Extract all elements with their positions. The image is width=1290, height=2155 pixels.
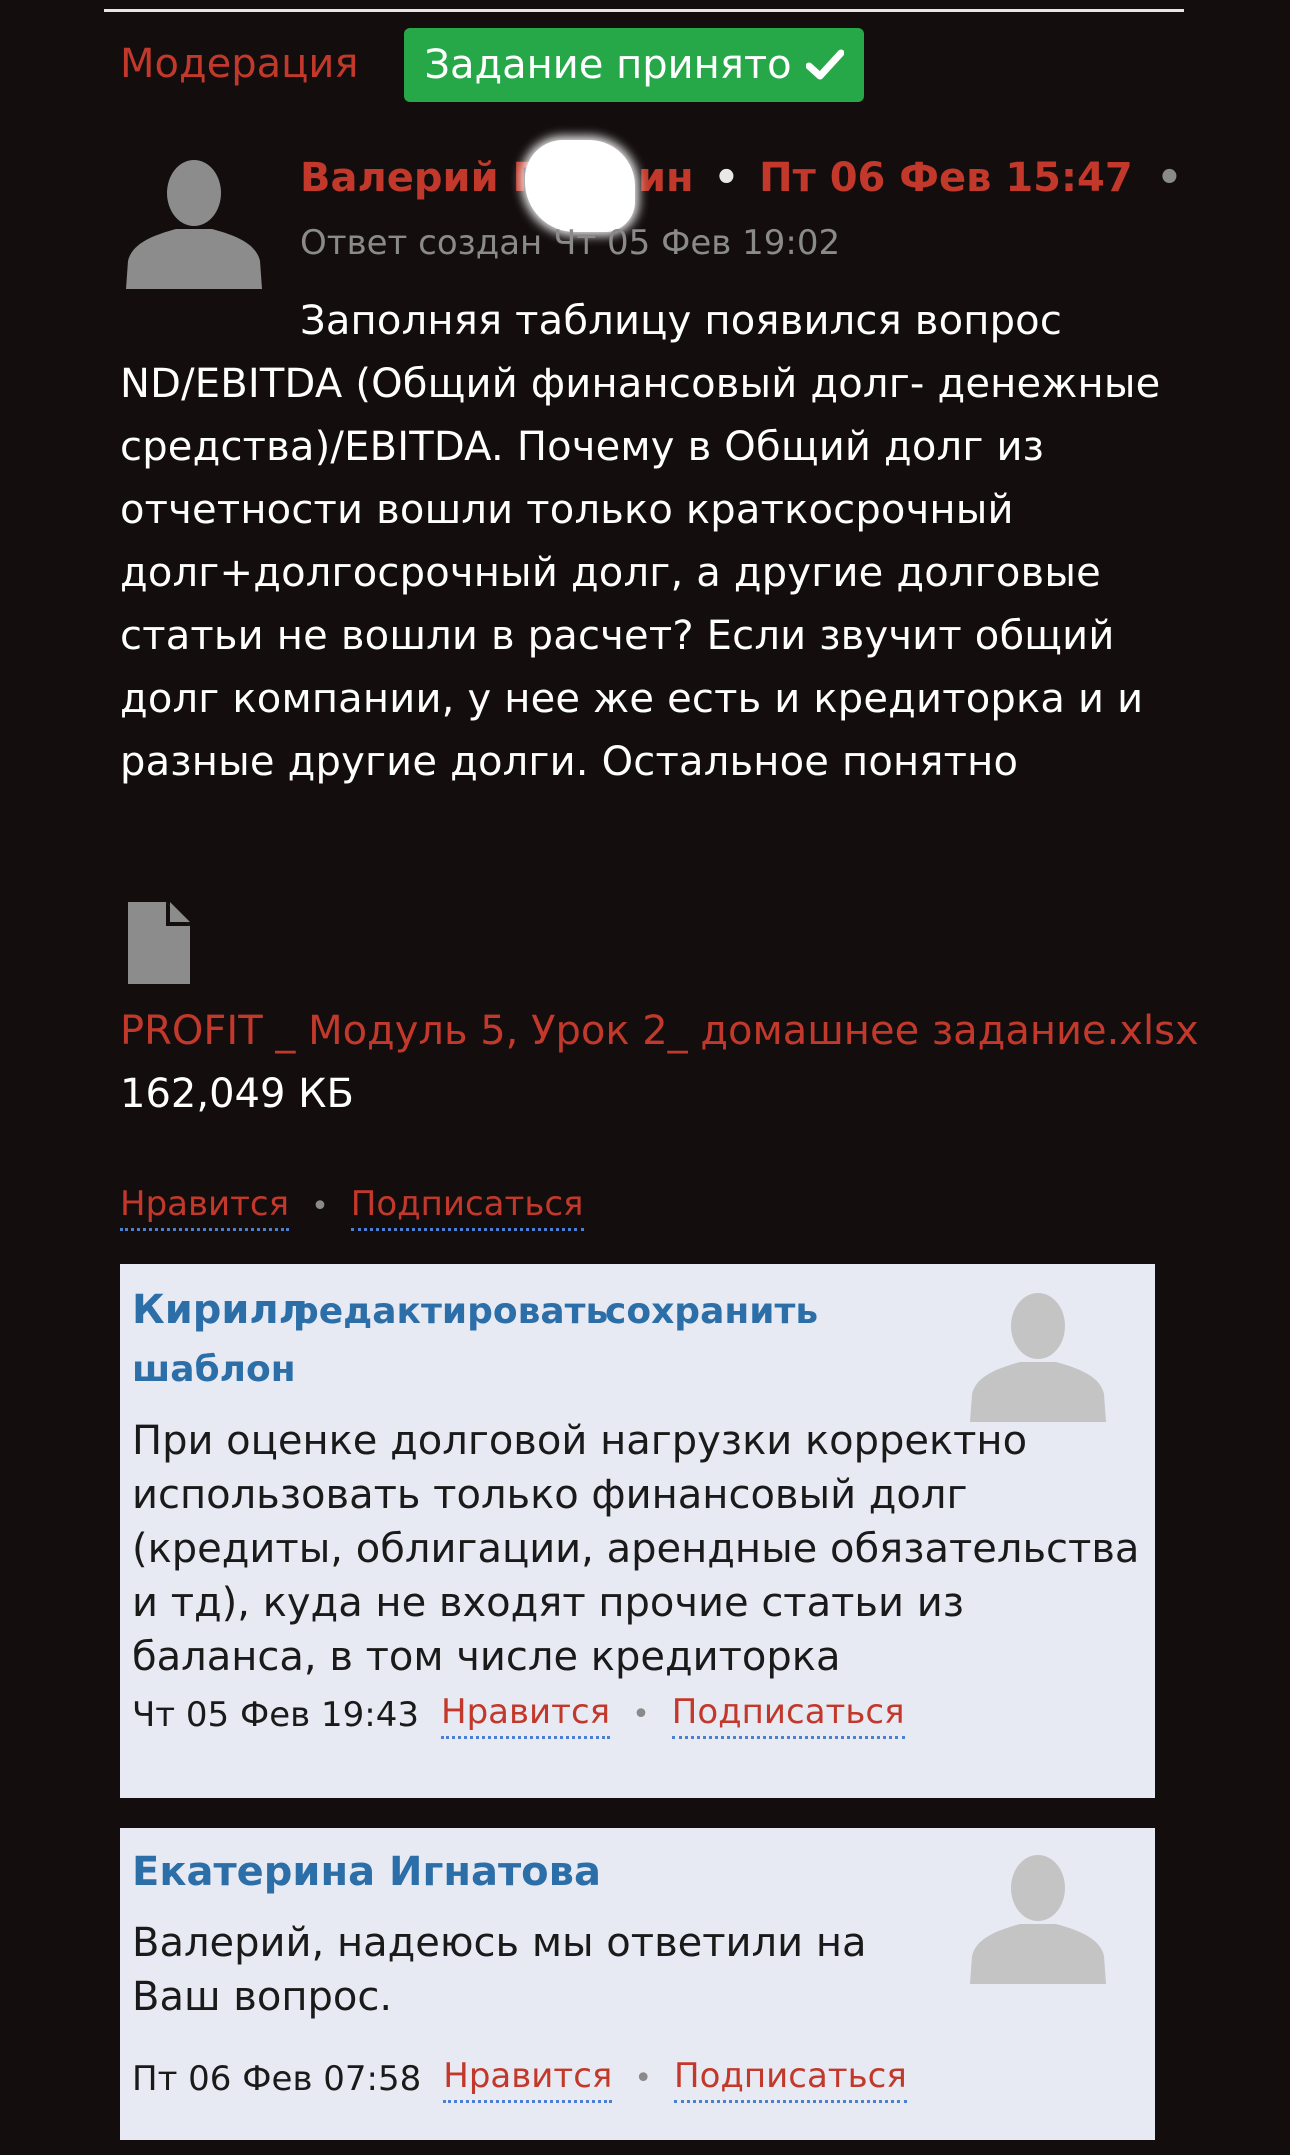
- like-button[interactable]: Нравится: [443, 2054, 613, 2103]
- check-icon: [805, 49, 844, 80]
- comment-body: При оценке долговой нагрузки корректно и…: [132, 1414, 1142, 1684]
- post-date: Пт 06 Фев 15:47: [759, 155, 1133, 201]
- separator-dot: •: [311, 1188, 329, 1224]
- attachment-file-link[interactable]: PROFIT _ Модуль 5, Урок 2_ домашнее зада…: [120, 1008, 1199, 1054]
- like-button[interactable]: Нравится: [441, 1690, 611, 1739]
- task-accepted-label: Задание принято: [424, 42, 792, 88]
- user-silhouette-icon: [970, 1855, 1106, 1984]
- comment-time: Чт 05 Фев 19:43: [132, 1694, 420, 1735]
- comment-avatar[interactable]: [968, 1286, 1108, 1422]
- separator-dot: •: [713, 155, 740, 201]
- redaction-blur: [525, 140, 635, 232]
- comment-actions: Чт 05 Фев 19:43 Нравится • Подписаться: [132, 1690, 905, 1739]
- attachment-file-size: 162,049 КБ: [120, 1071, 354, 1117]
- comment-edit-link[interactable]: редактировать: [293, 1284, 608, 1340]
- post-created-time: Ответ создан Чт 05 Фев 19:02: [300, 223, 841, 263]
- comment-time: Пт 06 Фев 07:58: [132, 2058, 422, 2099]
- moderation-link[interactable]: Модерация: [120, 38, 358, 90]
- page: Модерация Задание принято Валерий П ин • …: [0, 0, 1290, 2155]
- post-author-line: Валерий П ин • Пт 06 Фев 15:47 •: [300, 150, 1182, 206]
- separator-dot: •: [632, 1696, 650, 1732]
- comment-author-name[interactable]: Кирилл: [132, 1282, 308, 1338]
- comment-avatar[interactable]: [968, 1848, 1108, 1984]
- post-actions: Нравится • Подписаться: [120, 1182, 584, 1231]
- separator-dot: •: [1156, 155, 1183, 201]
- post-body: Заполняя таблицу появился вопрос ND/EBIT…: [120, 298, 1161, 785]
- post-author-name[interactable]: Валерий П: [300, 155, 546, 201]
- comment-card: Екатерина Игнатова Валерий, надеюсь мы о…: [120, 1828, 1155, 2140]
- top-divider: [104, 9, 1184, 12]
- comment-template-link[interactable]: шаблон: [132, 1342, 296, 1398]
- comment-body-line: При оценке долговой нагрузки корректно и…: [132, 1418, 1140, 1680]
- separator-dot: •: [634, 2060, 653, 2096]
- task-accepted-badge: Задание принято: [404, 28, 864, 102]
- author-avatar[interactable]: [124, 153, 264, 289]
- post-author-name-end[interactable]: ин: [638, 155, 694, 201]
- user-silhouette-icon: [970, 1293, 1106, 1422]
- comment-author-name[interactable]: Екатерина Игнатова: [132, 1844, 601, 1900]
- comment-save-template-link[interactable]: сохранить: [605, 1284, 818, 1340]
- comment-actions: Пт 06 Фев 07:58 Нравится • Подписаться: [132, 2054, 907, 2103]
- subscribe-button[interactable]: Подписаться: [674, 2054, 907, 2103]
- file-icon: [126, 900, 192, 986]
- comment-body: Валерий, надеюсь мы ответили на Ваш вопр…: [132, 1920, 867, 2020]
- subscribe-button[interactable]: Подписаться: [350, 1182, 584, 1231]
- subscribe-button[interactable]: Подписаться: [671, 1690, 905, 1739]
- attachment: PROFIT _ Модуль 5, Урок 2_ домашнее зада…: [120, 1000, 1200, 1126]
- user-silhouette-icon: [126, 160, 262, 289]
- comment-card: Кирилл редактировать сохранить шаблон Пр…: [120, 1264, 1155, 1798]
- like-button[interactable]: Нравится: [120, 1182, 290, 1231]
